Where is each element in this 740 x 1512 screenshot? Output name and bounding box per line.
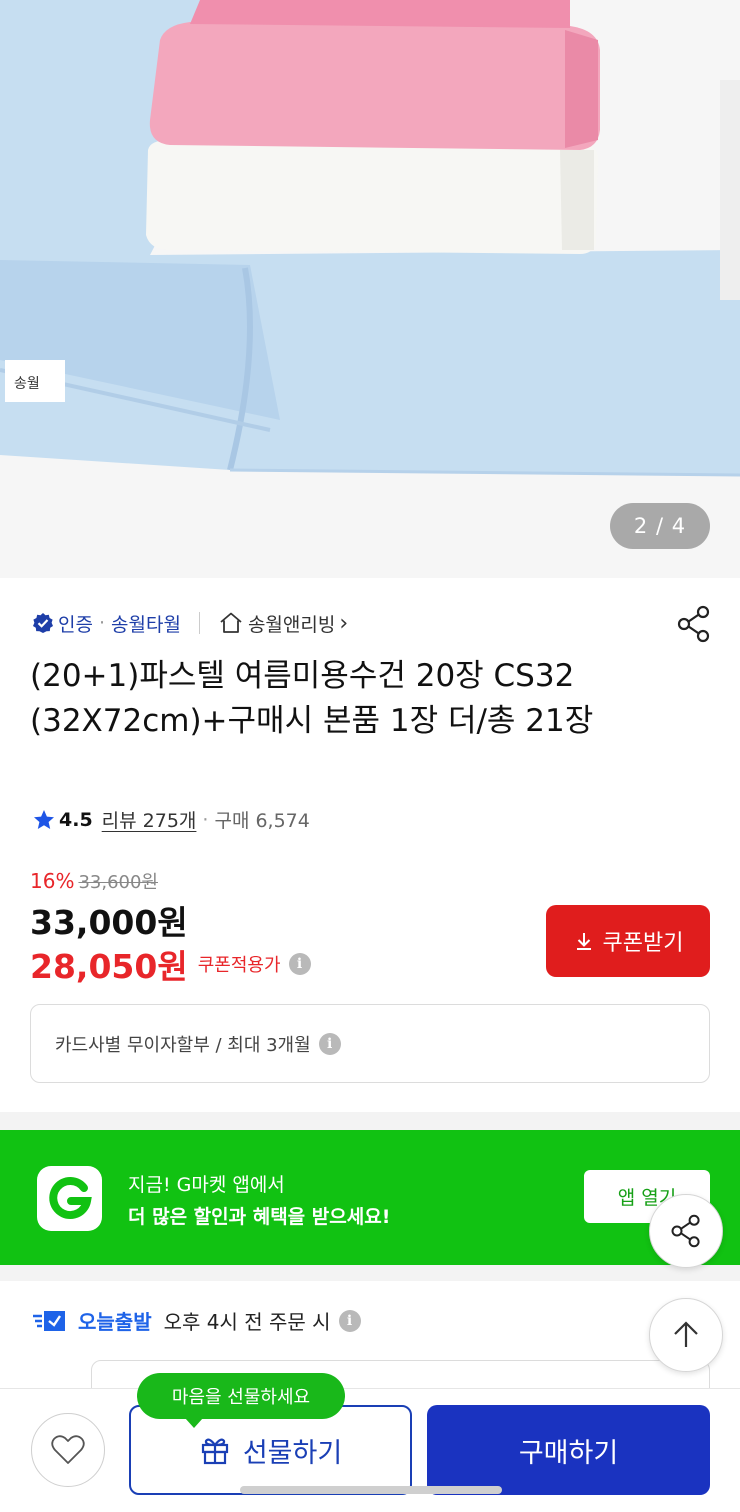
rating-value: 4.5	[59, 808, 93, 831]
star-icon	[34, 809, 54, 829]
seller-row: 인증 · 송월타월 송월앤리빙 ›	[32, 606, 348, 640]
share-icon	[677, 605, 710, 643]
floating-share-button[interactable]	[649, 1194, 723, 1268]
arrow-up-icon	[674, 1321, 698, 1347]
coupon-applied-label: 쿠폰적용가	[197, 955, 281, 976]
buy-button[interactable]: 구매하기	[427, 1405, 710, 1495]
certified-badge: 인증	[32, 610, 93, 637]
certified-label: 인증	[58, 613, 93, 636]
share-icon	[671, 1214, 700, 1248]
info-icon[interactable]: i	[338, 1309, 361, 1332]
scroll-top-button[interactable]	[649, 1298, 723, 1372]
separator-dot: ·	[202, 808, 209, 831]
divider	[198, 612, 200, 634]
product-image[interactable]: 송월	[0, 0, 740, 578]
chevron-right-icon: ›	[339, 610, 349, 636]
gmarket-logo-icon	[37, 1166, 102, 1231]
installment-info[interactable]: 카드사별 무이자할부 / 최대 3개월 i	[30, 1004, 710, 1083]
original-price: 33,600원	[78, 872, 158, 893]
fast-delivery-icon	[33, 1310, 65, 1331]
delivery-label: 오늘출발	[78, 1310, 152, 1334]
banner-text-2: 더 많은 할인과 혜택을 받으세요!	[128, 1206, 391, 1228]
store-link[interactable]: 송월앤리빙 ›	[218, 610, 348, 637]
heart-icon	[51, 1435, 85, 1464]
coupon-price: 28,050원	[30, 947, 188, 986]
installment-text: 카드사별 무이자할부 / 최대 3개월	[55, 1034, 311, 1056]
share-button[interactable]	[676, 604, 712, 644]
coupon-button-label: 쿠폰받기	[602, 931, 684, 956]
coupon-download-button[interactable]: 쿠폰받기	[546, 905, 710, 977]
info-icon[interactable]: i	[318, 1032, 341, 1055]
delivery-row: 오늘출발 오후 4시 전 주문 시 i	[32, 1306, 361, 1335]
store-name: 송월앤리빙	[247, 613, 336, 636]
gift-button-label: 선물하기	[242, 1437, 343, 1469]
gift-icon	[201, 1438, 228, 1465]
download-icon	[576, 933, 591, 950]
section-divider	[0, 1265, 740, 1281]
purchase-count: 구매 6,574	[214, 810, 310, 832]
product-image-gallery[interactable]: 송월 2 / 4	[0, 0, 740, 578]
product-title: (20+1)파스텔 여름미용수건 20장 CS32 (32X72cm)+구매시 …	[30, 658, 594, 739]
banner-text-1: 지금! G마켓 앱에서	[128, 1174, 285, 1196]
svg-text:송월: 송월	[14, 376, 40, 392]
home-icon	[220, 612, 242, 633]
wishlist-button[interactable]	[31, 1413, 105, 1487]
coupon-price-row: 28,050원 쿠폰적용가 i	[30, 940, 311, 988]
discount-row: 16% 33,600원	[30, 868, 158, 894]
separator-dot: ·	[98, 612, 106, 634]
sale-price: 33,000원	[30, 903, 188, 942]
delivery-text: 오후 4시 전 주문 시	[163, 1310, 331, 1334]
info-icon[interactable]: i	[288, 953, 311, 975]
review-link[interactable]: 리뷰 275개	[102, 806, 197, 833]
rating-row: 4.5 리뷰 275개 · 구매 6,574	[32, 806, 310, 833]
section-divider	[0, 1112, 740, 1130]
app-promo-banner[interactable]: 지금! G마켓 앱에서 더 많은 할인과 혜택을 받으세요! 앱 열기	[0, 1130, 740, 1265]
image-counter: 2 / 4	[610, 503, 710, 549]
gift-tooltip: 마음을 선물하세요	[137, 1373, 345, 1428]
seller-name-link[interactable]: 송월타월	[111, 610, 181, 637]
discount-rate: 16%	[30, 869, 75, 893]
home-indicator	[240, 1486, 502, 1494]
verified-icon	[33, 613, 53, 633]
